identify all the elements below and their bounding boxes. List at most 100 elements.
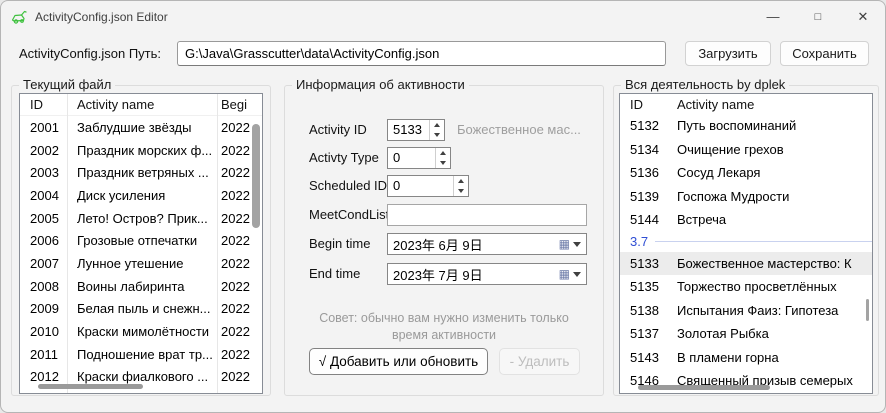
current-file-table[interactable]: ID Activity name Begi 2001Заблудшие звёз… bbox=[19, 93, 263, 394]
cell-name: Лунное утешение bbox=[67, 256, 214, 271]
table-row[interactable]: 2007Лунное утешение2022 bbox=[20, 252, 262, 275]
cell-name: Очищение грехов bbox=[667, 142, 872, 157]
table-row[interactable]: 2013О...2022 bbox=[20, 388, 262, 394]
column-header-id[interactable]: ID bbox=[20, 97, 67, 112]
table-row[interactable]: 5144Встреча bbox=[620, 208, 872, 232]
column-divider bbox=[217, 94, 218, 393]
cell-name: Воины лабиринта bbox=[67, 279, 214, 294]
horizontal-scrollbar[interactable] bbox=[638, 385, 770, 390]
meetcondlist-input[interactable] bbox=[387, 204, 587, 226]
table-row[interactable]: 5132Путь воспоминаний bbox=[620, 114, 872, 138]
cell-id: 5144 bbox=[620, 212, 667, 227]
all-activities-rows: 5132Путь воспоминаний5134Очищение грехов… bbox=[620, 114, 872, 393]
app-icon bbox=[11, 9, 27, 25]
table-row[interactable]: 5138Испытания Фаиз: Гипотеза bbox=[620, 299, 872, 323]
table-row[interactable]: 5137Золотая Рыбка bbox=[620, 322, 872, 346]
cell-id: 2007 bbox=[20, 256, 67, 271]
spin-up-button[interactable] bbox=[454, 176, 468, 186]
table-row[interactable]: 5143В пламени горна bbox=[620, 346, 872, 370]
date-value: 2023年 7月 9日 bbox=[388, 265, 559, 284]
table-header: ID Activity name Begi bbox=[20, 94, 262, 116]
table-row[interactable]: 2003Праздник ветряных ...2022 bbox=[20, 161, 262, 184]
column-header-id[interactable]: ID bbox=[620, 97, 667, 112]
table-row[interactable]: 5134Очищение грехов bbox=[620, 138, 872, 162]
up-arrow-icon bbox=[440, 151, 446, 155]
load-button[interactable]: Загрузить bbox=[685, 41, 771, 66]
vertical-scrollbar[interactable] bbox=[866, 299, 869, 321]
cell-name: Диск усиления bbox=[67, 188, 214, 203]
table-row[interactable]: 2010Краски мимолётности2022 bbox=[20, 320, 262, 343]
column-header-name[interactable]: Activity name bbox=[667, 97, 872, 112]
cell-id: 2011 bbox=[20, 347, 67, 362]
spin-up-button[interactable] bbox=[436, 148, 450, 158]
spin-down-button[interactable] bbox=[436, 158, 450, 168]
cell-name: Испытания Фаиз: Гипотеза bbox=[667, 303, 872, 318]
cell-id: 5136 bbox=[620, 165, 667, 180]
cell-name: Белая пыль и снежн... bbox=[67, 301, 214, 316]
begin-time-picker[interactable]: 2023年 6月 9日 ▦ bbox=[387, 233, 587, 255]
activity-info-group: Информация об активности Activity ID 513… bbox=[284, 85, 604, 396]
column-divider bbox=[67, 94, 68, 393]
column-header-name[interactable]: Activity name bbox=[67, 97, 214, 112]
end-time-picker[interactable]: 2023年 7月 9日 ▦ bbox=[387, 263, 587, 285]
all-activities-table[interactable]: ID Activity name 5132Путь воспоминаний51… bbox=[619, 93, 873, 394]
spin-down-button[interactable] bbox=[454, 186, 468, 196]
spin-up-button[interactable] bbox=[430, 120, 444, 130]
spinner-value: 0 bbox=[388, 148, 435, 168]
table-row[interactable]: 2011Подношение врат тр...2022 bbox=[20, 343, 262, 366]
cell-id: 2001 bbox=[20, 120, 67, 135]
cell-id: 5138 bbox=[620, 303, 667, 318]
path-input[interactable] bbox=[177, 41, 666, 66]
cell-name: Праздник морских ф... bbox=[67, 143, 214, 158]
cell-id: 5139 bbox=[620, 189, 667, 204]
activity-id-spinner[interactable]: 5133 bbox=[387, 119, 445, 141]
table-row[interactable]: 5139Госпожа Мудрости bbox=[620, 185, 872, 209]
close-button[interactable]: ✕ bbox=[841, 1, 885, 33]
cell-id: 2004 bbox=[20, 188, 67, 203]
cell-id: 2002 bbox=[20, 143, 67, 158]
table-row-selected[interactable]: 5133Божественное мастерство: К bbox=[620, 252, 872, 276]
spin-buttons bbox=[429, 120, 444, 140]
vertical-scrollbar[interactable] bbox=[252, 124, 260, 228]
cell-name: Краски фиалкового ... bbox=[67, 369, 214, 384]
table-row[interactable]: 2004Диск усиления2022 bbox=[20, 184, 262, 207]
maximize-button[interactable]: □ bbox=[796, 1, 840, 33]
activity-type-spinner[interactable]: 0 bbox=[387, 147, 451, 169]
table-row[interactable]: 2009Белая пыль и снежн...2022 bbox=[20, 298, 262, 321]
table-row[interactable]: 2008Воины лабиринта2022 bbox=[20, 275, 262, 298]
cell-begin: 2022 bbox=[214, 301, 262, 316]
minimize-button[interactable]: — bbox=[751, 1, 795, 33]
cell-name: Краски мимолётности bbox=[67, 324, 214, 339]
date-value: 2023年 6月 9日 bbox=[388, 235, 559, 254]
cell-name: О... bbox=[67, 392, 214, 394]
table-row[interactable]: 5135Торжество просветлённых bbox=[620, 275, 872, 299]
table-row[interactable]: 2006Грозовые отпечатки2022 bbox=[20, 229, 262, 252]
cell-id: 5133 bbox=[620, 256, 667, 271]
cell-name: Лето! Остров? Прик... bbox=[67, 211, 214, 226]
cell-id: 5132 bbox=[620, 118, 667, 133]
table-row[interactable]: 2005Лето! Остров? Прик...2022 bbox=[20, 207, 262, 230]
cell-id: 5143 bbox=[620, 350, 667, 365]
activity-id-label: Activity ID bbox=[309, 119, 367, 141]
cell-id: 5135 bbox=[620, 279, 667, 294]
cell-id: 2005 bbox=[20, 211, 67, 226]
table-row[interactable]: 5136Сосуд Лекаря bbox=[620, 161, 872, 185]
column-header-begin[interactable]: Begi bbox=[214, 97, 262, 112]
cell-id: 2010 bbox=[20, 324, 67, 339]
scheduled-id-spinner[interactable]: 0 bbox=[387, 175, 469, 197]
table-row[interactable]: 2002Праздник морских ф...2022 bbox=[20, 139, 262, 162]
spin-down-button[interactable] bbox=[430, 130, 444, 140]
meetcondlist-label: MeetCondList bbox=[309, 204, 389, 226]
group-title: Информация об активности bbox=[292, 77, 469, 92]
add-update-button[interactable]: √ Добавить или обновить bbox=[309, 348, 488, 375]
cell-id: 2009 bbox=[20, 301, 67, 316]
table-row[interactable]: 2001Заблудшие звёзды2022 bbox=[20, 116, 262, 139]
cell-name: Торжество просветлённых bbox=[667, 279, 872, 294]
dropdown-arrow-icon[interactable] bbox=[573, 272, 581, 277]
save-button[interactable]: Сохранить bbox=[780, 41, 869, 66]
dropdown-arrow-icon[interactable] bbox=[573, 242, 581, 247]
begin-time-label: Begin time bbox=[309, 233, 370, 255]
cell-id: 2013 bbox=[20, 392, 67, 394]
activity-name-hint: Божественное мас... bbox=[457, 119, 599, 141]
horizontal-scrollbar[interactable] bbox=[38, 384, 143, 389]
